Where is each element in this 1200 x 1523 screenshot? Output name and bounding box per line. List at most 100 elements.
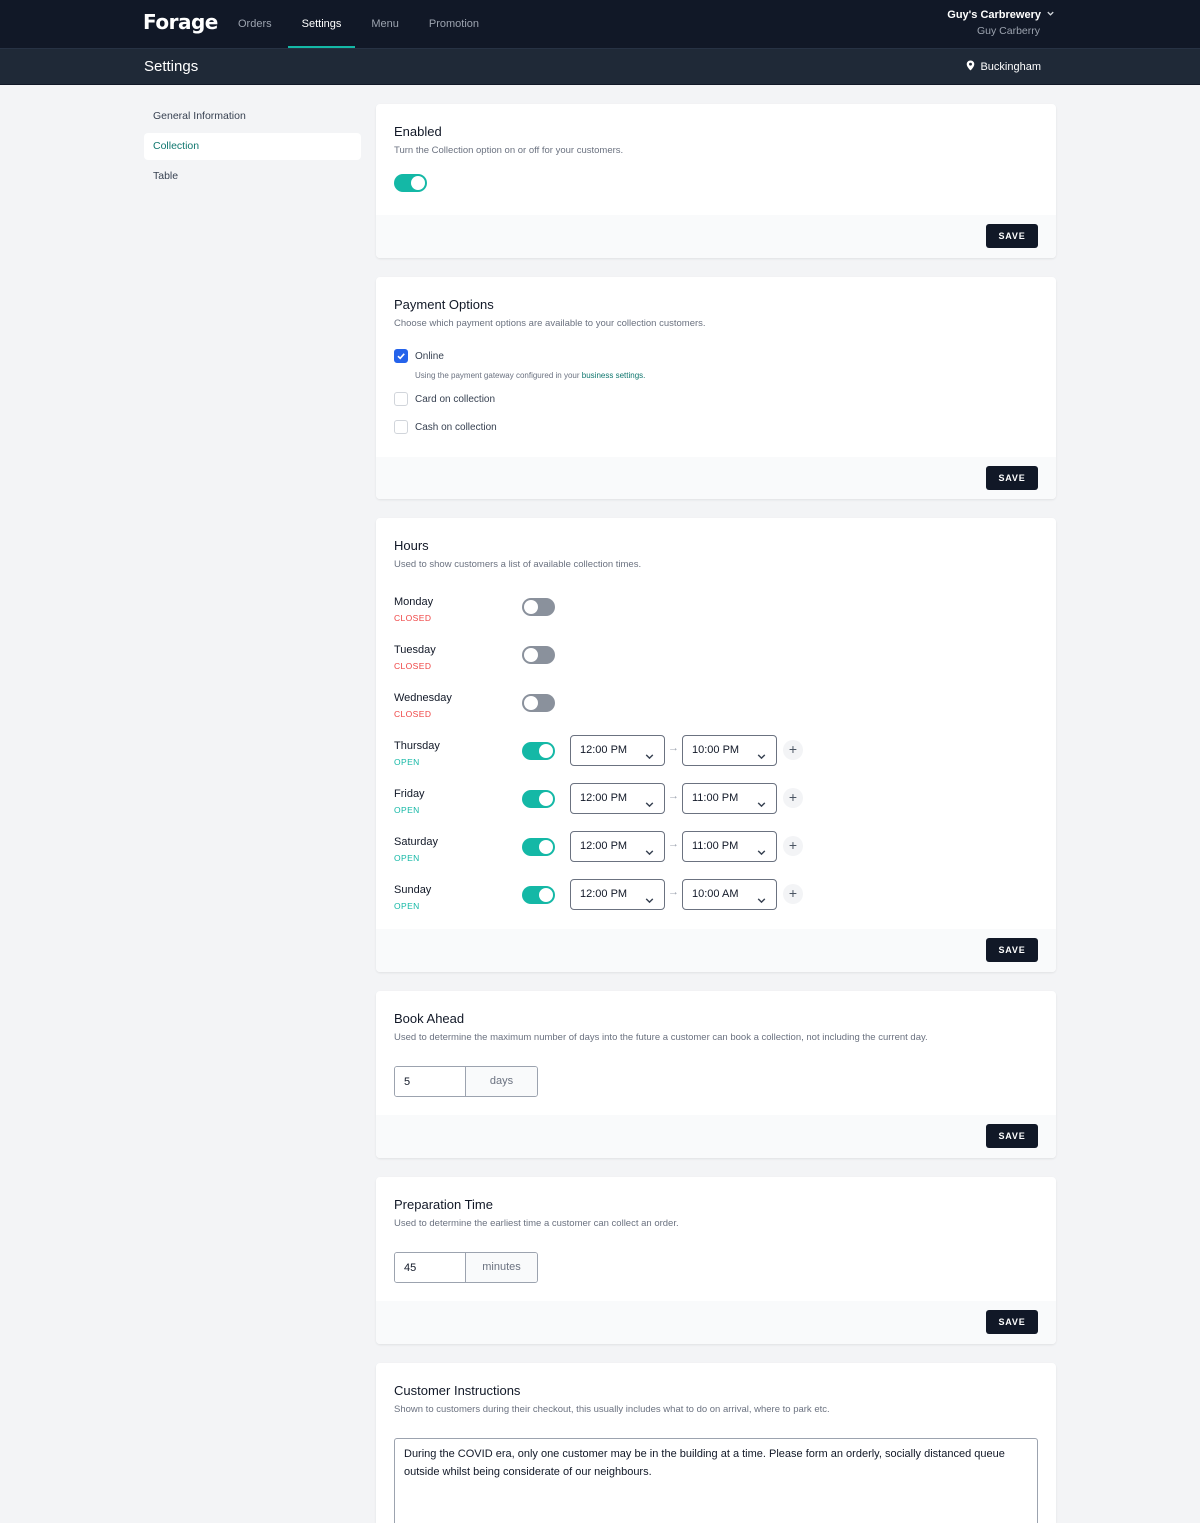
chevron-down-icon [644, 793, 655, 822]
location-name: Buckingham [980, 61, 1041, 73]
arrow-right-icon: → [668, 790, 679, 802]
status-badge: CLOSED [394, 709, 432, 719]
customer-instructions-card: Customer Instructions Shown to customers… [376, 1363, 1056, 1523]
main-nav: Orders Settings Menu Promotion [224, 0, 495, 48]
save-button[interactable]: SAVE [986, 1124, 1038, 1148]
saturday-close-time-select[interactable]: 11:00 PM [682, 831, 777, 862]
saturday-toggle[interactable] [522, 838, 555, 856]
prep-input-group: minutes [394, 1252, 538, 1283]
card-on-collection-label: Card on collection [415, 393, 496, 405]
nav-orders[interactable]: Orders [224, 0, 286, 48]
payment-description: Choose which payment options are availab… [394, 318, 706, 329]
sidebar-item-table[interactable]: Table [144, 163, 361, 190]
account-menu[interactable]: Guy's Carbrewery Guy Carberry [947, 9, 1055, 37]
day-row-friday: Friday OPEN 12:00 PM → 11:00 PM + [394, 783, 1038, 828]
chevron-down-icon [644, 841, 655, 870]
add-time-range-button[interactable]: + [783, 788, 803, 808]
sidebar-item-general-information[interactable]: General Information [144, 103, 361, 130]
status-badge: OPEN [394, 853, 420, 863]
map-pin-icon [966, 60, 975, 74]
add-time-range-button[interactable]: + [783, 884, 803, 904]
enabled-description: Turn the Collection option on or off for… [394, 145, 624, 156]
book-ahead-card: Book Ahead Used to determine the maximum… [376, 991, 1056, 1158]
cash-on-collection-checkbox[interactable] [394, 420, 408, 434]
online-label: Online [415, 350, 444, 362]
arrow-right-icon: → [668, 742, 679, 754]
hours-title: Hours [394, 538, 429, 553]
day-row-wednesday: Wednesday CLOSED [394, 692, 1038, 732]
card-footer: SAVE [376, 929, 1056, 972]
status-badge: OPEN [394, 901, 420, 911]
day-row-monday: Monday CLOSED [394, 596, 1038, 636]
book-ahead-days-input[interactable] [395, 1067, 466, 1096]
friday-toggle[interactable] [522, 790, 555, 808]
sunday-close-time-select[interactable]: 10:00 AM [682, 879, 777, 910]
day-row-saturday: Saturday OPEN 12:00 PM → 11:00 PM + [394, 831, 1038, 876]
days-unit-label: days [466, 1067, 537, 1096]
business-settings-link[interactable]: business settings. [582, 371, 646, 380]
location-selector[interactable]: Buckingham [966, 60, 1041, 74]
add-time-range-button[interactable]: + [783, 740, 803, 760]
minutes-unit-label: minutes [466, 1253, 537, 1282]
online-checkbox[interactable] [394, 349, 408, 363]
book-ahead-title: Book Ahead [394, 1011, 465, 1026]
wednesday-toggle[interactable] [522, 694, 555, 712]
save-button[interactable]: SAVE [986, 1310, 1038, 1334]
card-footer: SAVE [376, 457, 1056, 499]
instructions-title: Customer Instructions [394, 1383, 521, 1398]
top-navbar: Forage Orders Settings Menu Promotion Gu… [0, 0, 1200, 48]
status-badge: OPEN [394, 805, 420, 815]
prep-title: Preparation Time [394, 1197, 493, 1212]
add-time-range-button[interactable]: + [783, 836, 803, 856]
day-row-thursday: Thursday OPEN 12:00 PM → 10:00 PM + [394, 735, 1038, 780]
nav-settings[interactable]: Settings [287, 0, 356, 48]
thursday-close-time-select[interactable]: 10:00 PM [682, 735, 777, 766]
status-badge: CLOSED [394, 613, 432, 623]
prep-description: Used to determine the earliest time a cu… [394, 1218, 679, 1229]
collection-enabled-toggle[interactable] [394, 174, 427, 192]
monday-toggle[interactable] [522, 598, 555, 616]
saturday-open-time-select[interactable]: 12:00 PM [570, 831, 665, 862]
book-ahead-input-group: days [394, 1066, 538, 1097]
instructions-description: Shown to customers during their checkout… [394, 1404, 830, 1415]
page-header: Settings Buckingham [0, 48, 1200, 85]
tuesday-toggle[interactable] [522, 646, 555, 664]
chevron-down-icon [756, 793, 767, 822]
customer-instructions-textarea[interactable]: During the COVID era, only one customer … [394, 1438, 1038, 1523]
save-button[interactable]: SAVE [986, 938, 1038, 962]
enabled-card: Enabled Turn the Collection option on or… [376, 104, 1056, 258]
nav-promotion[interactable]: Promotion [415, 0, 493, 48]
status-badge: CLOSED [394, 661, 432, 671]
arrow-right-icon: → [668, 838, 679, 850]
friday-close-time-select[interactable]: 11:00 PM [682, 783, 777, 814]
enabled-title: Enabled [394, 124, 442, 139]
hours-description: Used to show customers a list of availab… [394, 559, 642, 570]
save-button[interactable]: SAVE [986, 466, 1038, 490]
payment-title: Payment Options [394, 297, 494, 312]
arrow-right-icon: → [668, 886, 679, 898]
prep-minutes-input[interactable] [395, 1253, 466, 1282]
sunday-open-time-select[interactable]: 12:00 PM [570, 879, 665, 910]
day-row-tuesday: Tuesday CLOSED [394, 644, 1038, 684]
nav-menu[interactable]: Menu [357, 0, 413, 48]
card-footer: SAVE [376, 215, 1056, 258]
status-badge: OPEN [394, 757, 420, 767]
thursday-open-time-select[interactable]: 12:00 PM [570, 735, 665, 766]
sidebar-item-collection[interactable]: Collection [144, 133, 361, 160]
save-button[interactable]: SAVE [986, 224, 1038, 248]
book-ahead-description: Used to determine the maximum number of … [394, 1032, 928, 1043]
chevron-down-icon [756, 889, 767, 918]
business-name: Guy's Carbrewery [947, 9, 1041, 21]
sunday-toggle[interactable] [522, 886, 555, 904]
chevron-down-icon [644, 889, 655, 918]
card-on-collection-checkbox[interactable] [394, 392, 408, 406]
page-title: Settings [144, 58, 199, 75]
cash-on-collection-label: Cash on collection [415, 421, 497, 433]
payment-options-card: Payment Options Choose which payment opt… [376, 277, 1056, 499]
thursday-toggle[interactable] [522, 742, 555, 760]
app-logo[interactable]: Forage [143, 10, 218, 34]
chevron-down-icon [756, 745, 767, 774]
friday-open-time-select[interactable]: 12:00 PM [570, 783, 665, 814]
chevron-down-icon [1046, 9, 1055, 21]
online-help-text: Using the payment gateway configured in … [415, 371, 646, 380]
